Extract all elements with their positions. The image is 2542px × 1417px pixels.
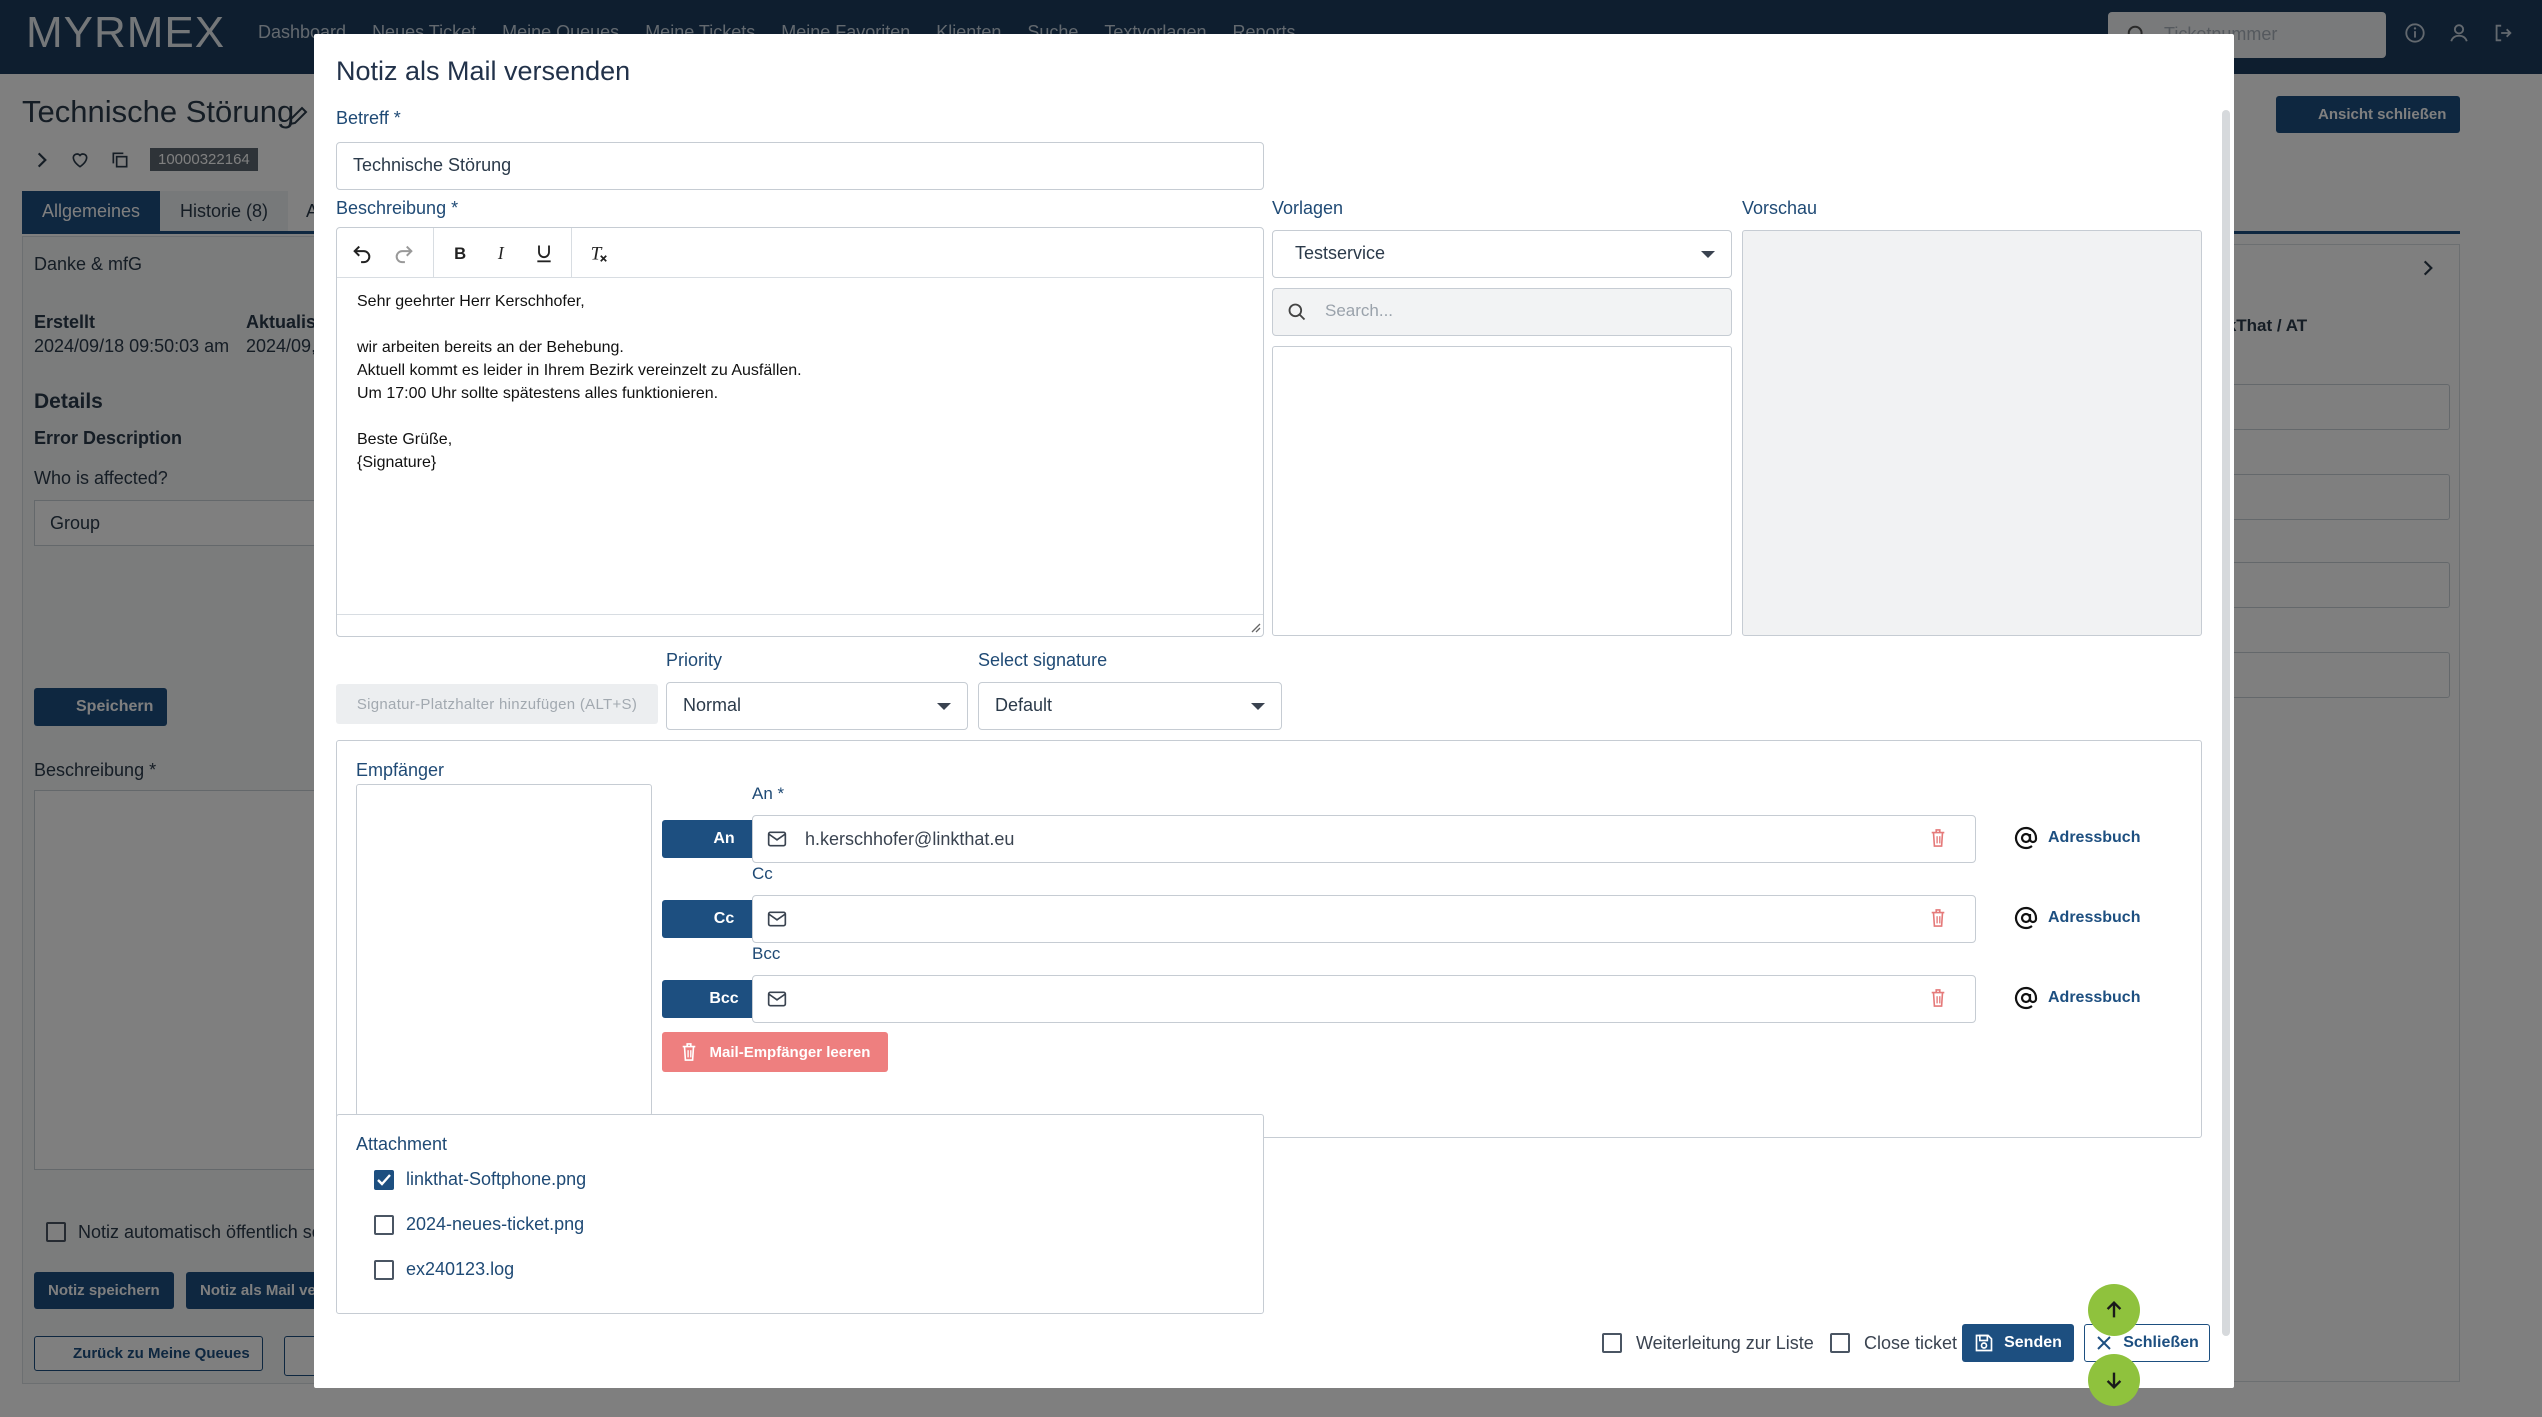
at-icon: [2014, 906, 2038, 930]
resize-handle-icon[interactable]: [1249, 621, 1261, 633]
body-line: Sehr geehrter Herr Kerschhofer,: [357, 293, 585, 310]
trash-icon[interactable]: [1929, 908, 1947, 928]
bcc-field[interactable]: [752, 975, 1976, 1023]
to-field-value: h.kerschhofer@linkthat.eu: [805, 829, 1015, 849]
cc-field[interactable]: [752, 895, 1976, 943]
to-label: An *: [752, 784, 785, 803]
scroll-up-button[interactable]: [2088, 1284, 2140, 1336]
body-line: Beste Grüße,: [357, 431, 453, 448]
signature-select-value: Default: [995, 695, 1053, 715]
templates-label: Vorlagen: [1272, 198, 1344, 218]
attachment-label: Attachment: [356, 1134, 448, 1154]
to-field[interactable]: h.kerschhofer@linkthat.eu: [752, 815, 1976, 863]
bold-icon[interactable]: B: [445, 238, 475, 268]
clear-format-icon[interactable]: T: [583, 238, 613, 268]
toolbar-separator: [571, 228, 572, 278]
body-line: {Signature}: [357, 454, 437, 471]
subject-input[interactable]: Technische Störung: [336, 142, 1264, 190]
forward-list-label: Weiterleitung zur Liste: [1636, 1333, 1814, 1353]
at-icon: [2014, 986, 2038, 1010]
body-line: Um 17:00 Uhr sollte spätestens alles fun…: [357, 385, 719, 402]
recipients-label: Empfänger: [356, 760, 445, 780]
bcc-label: Bcc: [752, 944, 781, 963]
body-line: [357, 405, 802, 428]
trash-icon[interactable]: [1929, 828, 1947, 848]
description-editor[interactable]: B I T Sehr geehrter Herr Kerschhofer, wi…: [336, 227, 1264, 637]
underline-icon[interactable]: [529, 238, 559, 268]
templates-select[interactable]: Testservice: [1272, 230, 1732, 278]
addressbook-label: Adressbuch: [2048, 989, 2141, 1006]
redo-icon[interactable]: [389, 238, 419, 268]
trash-icon[interactable]: [1929, 988, 1947, 1008]
subject-label: Betreff *: [336, 108, 401, 128]
modal-title: Notiz als Mail versenden: [336, 56, 631, 86]
addressbook-bcc-link[interactable]: Adressbuch: [2014, 986, 2140, 1010]
attachment-checkbox[interactable]: [374, 1215, 394, 1235]
preview-pane: [1742, 230, 2202, 636]
close-ticket-label: Close ticket: [1864, 1333, 1958, 1353]
editor-toolbar: B I T: [337, 228, 1263, 278]
attachment-checkbox[interactable]: [374, 1170, 394, 1190]
addressbook-label: Adressbuch: [2048, 909, 2141, 926]
priority-select-value: Normal: [683, 695, 742, 715]
search-icon: [1287, 302, 1307, 322]
send-button[interactable]: Senden: [1962, 1324, 2074, 1362]
attachment-name: linkthat-Softphone.png: [406, 1169, 587, 1189]
mail-icon: [767, 910, 787, 928]
addressbook-cc-link[interactable]: Adressbuch: [2014, 906, 2140, 930]
scroll-down-button[interactable]: [2088, 1354, 2140, 1406]
signature-select[interactable]: Default: [978, 682, 1282, 730]
body-line: wir arbeiten bereits an der Behebung.: [357, 339, 624, 356]
send-button-label: Senden: [2004, 1334, 2062, 1351]
cc-label: Cc: [752, 864, 773, 883]
body-line: Aktuell kommt es leider in Ihrem Bezirk …: [357, 362, 802, 379]
attachment-name: 2024-neues-ticket.png: [406, 1214, 585, 1234]
recipients-list[interactable]: [356, 784, 652, 1116]
preview-label: Vorschau: [1742, 198, 1818, 218]
italic-icon[interactable]: I: [487, 238, 517, 268]
templates-select-value: Testservice: [1295, 243, 1386, 263]
chevron-down-icon: [937, 703, 951, 710]
mail-icon: [767, 830, 787, 848]
undo-icon[interactable]: [347, 238, 377, 268]
chevron-down-icon: [1251, 703, 1265, 710]
attachment-checkbox[interactable]: [374, 1260, 394, 1280]
send-mail-modal: Notiz als Mail versenden Betreff * Techn…: [314, 34, 2234, 1388]
trash-icon: [680, 1042, 698, 1062]
clear-recipients-label: Mail-Empfänger leeren: [709, 1043, 871, 1061]
forward-list-checkbox[interactable]: [1602, 1333, 1622, 1353]
arrow-down-icon: [2106, 1372, 2122, 1390]
arrow-up-icon: [2106, 1300, 2122, 1318]
chevron-down-icon: [1701, 251, 1715, 258]
clear-recipients-button[interactable]: Mail-Empfänger leeren: [662, 1032, 888, 1072]
svg-text:B: B: [454, 244, 466, 263]
close-icon: [2095, 1334, 2113, 1352]
close-button-label: Schließen: [2123, 1334, 2199, 1351]
templates-list[interactable]: [1272, 346, 1732, 636]
check-icon: [377, 1174, 391, 1186]
signature-label: Select signature: [978, 650, 1108, 670]
attachment-name: ex240123.log: [406, 1259, 515, 1279]
templates-search-placeholder: Search...: [1325, 301, 1394, 320]
editor-body[interactable]: Sehr geehrter Herr Kerschhofer, wir arbe…: [357, 290, 802, 474]
templates-search-input[interactable]: Search...: [1272, 288, 1732, 336]
modal-scrollbar[interactable]: [2222, 110, 2230, 1336]
mail-icon: [767, 990, 787, 1008]
toolbar-separator: [433, 228, 434, 278]
body-line: [357, 313, 802, 336]
subject-input-value: Technische Störung: [353, 155, 512, 175]
close-ticket-checkbox[interactable]: [1830, 1333, 1850, 1353]
at-icon: [2014, 826, 2038, 850]
description-label: Beschreibung *: [336, 198, 459, 218]
editor-statusbar: [337, 614, 1263, 636]
priority-select[interactable]: Normal: [666, 682, 968, 730]
addressbook-label: Adressbuch: [2048, 829, 2141, 846]
signature-placeholder-button[interactable]: Signatur-Platzhalter hinzufügen (ALT+S): [336, 684, 658, 724]
priority-label: Priority: [666, 650, 723, 670]
addressbook-to-link[interactable]: Adressbuch: [2014, 826, 2140, 850]
save-icon: [1974, 1333, 1994, 1353]
svg-text:I: I: [497, 243, 505, 263]
